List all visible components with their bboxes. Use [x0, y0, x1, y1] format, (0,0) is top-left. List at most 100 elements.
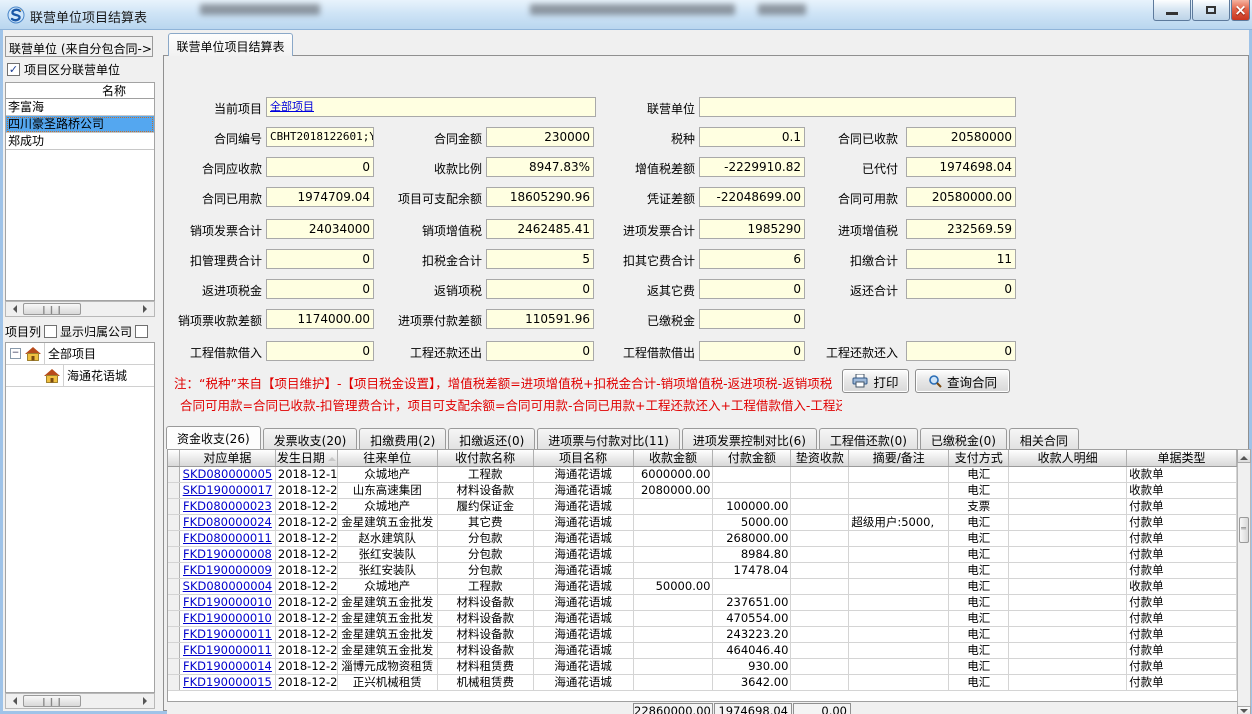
query-contract-button[interactable]: 查询合同 — [915, 369, 1010, 393]
scroll-left-icon[interactable] — [9, 305, 17, 313]
table-row[interactable]: FKD1900000102018-12-29金星建筑五金批发材料设备款海通花语城… — [168, 595, 1237, 611]
column-header[interactable]: 收款人明细 — [1009, 450, 1127, 466]
form-field-link[interactable]: 全部项目 — [266, 97, 596, 117]
form-field-value[interactable]: 1974709.04 — [266, 187, 374, 207]
table-row[interactable]: FKD1900000092018-12-29张红安装队分包款海通花语城17478… — [168, 563, 1237, 579]
scroll-up-icon[interactable] — [1237, 449, 1251, 463]
form-field-value[interactable]: 5 — [486, 249, 594, 269]
form-field-value[interactable]: 1174000.00 — [266, 309, 374, 329]
form-field-value[interactable]: 0 — [699, 279, 805, 299]
document-link[interactable]: FKD190000015 — [183, 675, 272, 689]
tree-item[interactable]: − 全部项目 — [6, 343, 154, 365]
print-button[interactable]: 打印 — [842, 369, 909, 393]
form-field-value[interactable]: 20580000.00 — [906, 187, 1016, 207]
form-field-value[interactable]: -22048699.00 — [699, 187, 805, 207]
table-row[interactable]: FKD0800000112018-12-27赵水建筑队分包款海通花语城26800… — [168, 531, 1237, 547]
form-field-value[interactable]: 110591.96 — [486, 309, 594, 329]
form-field-value[interactable]: 11 — [906, 249, 1016, 269]
table-row[interactable]: SKD0800000052018-12-11众城地产工程款海通花语城600000… — [168, 467, 1237, 483]
checkbox-checked-icon[interactable]: ✓ — [7, 63, 20, 76]
column-header[interactable]: 收款金额 — [634, 450, 714, 466]
table-row[interactable]: FKD1900000102018-12-29金星建筑五金批发材料设备款海通花语城… — [168, 611, 1237, 627]
document-link[interactable]: FKD080000011 — [183, 531, 272, 545]
form-field-value[interactable]: 2462485.41 — [486, 219, 594, 239]
scroll-left-icon[interactable] — [9, 697, 17, 705]
table-row[interactable]: SKD1900000172018-12-26山东高速集团材料设备款海通花语城20… — [168, 483, 1237, 499]
detail-tab[interactable]: 进项票与付款对比(11) — [537, 428, 680, 449]
detail-tab[interactable]: 资金收支(26) — [166, 426, 261, 449]
table-vscrollbar[interactable]: ═ — [1237, 449, 1251, 714]
form-field-value[interactable]: 0 — [699, 341, 805, 361]
close-button[interactable]: × — [1231, 0, 1250, 21]
document-link[interactable]: SKD190000017 — [183, 483, 273, 497]
form-field-value[interactable]: 6 — [699, 249, 805, 269]
form-field-value[interactable]: 0 — [266, 341, 374, 361]
form-field-value[interactable]: 0 — [906, 341, 1016, 361]
tree-expander-icon[interactable]: − — [10, 348, 21, 359]
form-field-value[interactable]: 230000 — [486, 127, 594, 147]
table-row[interactable]: FKD1900000112018-12-29金星建筑五金批发材料设备款海通花语城… — [168, 643, 1237, 659]
document-link[interactable]: FKD190000010 — [183, 595, 272, 609]
table-row[interactable]: FKD0800000232018-12-26众城地产履约保证金海通花语城1000… — [168, 499, 1237, 515]
project-split-checkbox-row[interactable]: ✓ 项目区分联营单位 — [7, 61, 120, 77]
tree-hscrollbar[interactable]: ❙❙❙ — [5, 693, 155, 709]
detail-tab[interactable]: 进项发票控制对比(6) — [682, 428, 817, 449]
column-header[interactable]: 项目名称 — [534, 450, 634, 466]
form-field-value[interactable]: 1974698.04 — [906, 157, 1016, 177]
document-link[interactable]: SKD080000004 — [183, 579, 273, 593]
minimize-button[interactable] — [1153, 0, 1191, 21]
form-field-value[interactable]: 24034000 — [266, 219, 374, 239]
column-header[interactable]: 摘要/备注 — [849, 450, 949, 466]
detail-tab[interactable]: 相关合同 — [1009, 428, 1079, 449]
column-header[interactable]: 单据类型 — [1127, 450, 1237, 466]
project-list-checkbox[interactable] — [44, 325, 57, 338]
unit-list-item[interactable]: 李富海 — [6, 99, 154, 116]
form-field-value[interactable] — [699, 97, 1016, 117]
scroll-right-icon[interactable] — [143, 697, 151, 705]
scrollbar-thumb[interactable]: ❙❙❙ — [23, 695, 81, 707]
scrollbar-thumb[interactable]: ❙❙❙ — [23, 303, 81, 315]
form-field-value[interactable]: 1985290 — [699, 219, 805, 239]
column-header[interactable]: 对应单据 — [180, 450, 276, 466]
current-project-link[interactable]: 全部项目 — [270, 100, 314, 113]
document-link[interactable]: FKD190000010 — [183, 611, 272, 625]
column-header[interactable]: 支付方式 — [949, 450, 1009, 466]
detail-tab[interactable]: 扣缴返还(0) — [448, 428, 535, 449]
form-field-value[interactable]: 0 — [266, 157, 374, 177]
maximize-button[interactable] — [1192, 0, 1230, 21]
detail-tab[interactable]: 已缴税金(0) — [920, 428, 1007, 449]
document-link[interactable]: FKD190000008 — [183, 547, 272, 561]
form-field-value[interactable]: 0 — [266, 249, 374, 269]
column-header[interactable]: 垫资收款 — [791, 450, 849, 466]
document-link[interactable]: FKD190000011 — [183, 627, 272, 641]
scrollbar-thumb[interactable]: ═ — [1239, 517, 1249, 543]
document-tab[interactable]: 联营单位项目结算表 — [168, 33, 293, 56]
table-row[interactable]: FKD1900000142018-12-29淄博元成物资租赁材料租赁费海通花语城… — [168, 659, 1237, 675]
scroll-down-icon[interactable] — [1237, 706, 1251, 714]
form-field-value[interactable]: 0 — [266, 279, 374, 299]
detail-tab[interactable]: 工程借还款(0) — [819, 428, 918, 449]
column-header[interactable]: 发生日期 — [276, 450, 338, 466]
column-header[interactable]: 往来单位 — [338, 450, 438, 466]
unit-list-item[interactable]: 郑成功 — [6, 133, 154, 150]
document-link[interactable]: SKD080000005 — [183, 467, 273, 481]
document-link[interactable]: FKD190000011 — [183, 643, 272, 657]
table-row[interactable]: FKD0800000242018-12-27金星建筑五金批发其它费海通花语城50… — [168, 515, 1237, 531]
show-company-checkbox[interactable] — [135, 325, 148, 338]
unit-list-item[interactable]: 四川豪圣路桥公司 — [6, 116, 154, 133]
detail-tab[interactable]: 发票收支(20) — [263, 428, 358, 449]
form-field-value[interactable]: 0.1 — [699, 127, 805, 147]
document-link[interactable]: FKD190000014 — [183, 659, 272, 673]
title-bar[interactable]: 联营单位项目结算表 × — [0, 0, 1252, 30]
table-row[interactable]: FKD1900000112018-12-29金星建筑五金批发材料设备款海通花语城… — [168, 627, 1237, 643]
unit-list-hscrollbar[interactable]: ❙❙❙ — [5, 301, 155, 317]
form-field-value[interactable]: 18605290.96 — [486, 187, 594, 207]
form-field-value[interactable]: 20580000 — [906, 127, 1016, 147]
form-field-value[interactable]: CBHT2018122601;YN — [266, 127, 374, 147]
table-row[interactable]: FKD1900000152018-12-29正兴机械租赁机械租赁费海通花语城36… — [168, 675, 1237, 691]
form-field-value[interactable]: 0 — [486, 279, 594, 299]
scroll-right-icon[interactable] — [143, 305, 151, 313]
form-field-value[interactable]: 0 — [699, 309, 805, 329]
table-row[interactable]: FKD1900000082018-12-29张红安装队分包款海通花语城8984.… — [168, 547, 1237, 563]
document-link[interactable]: FKD080000023 — [183, 499, 272, 513]
